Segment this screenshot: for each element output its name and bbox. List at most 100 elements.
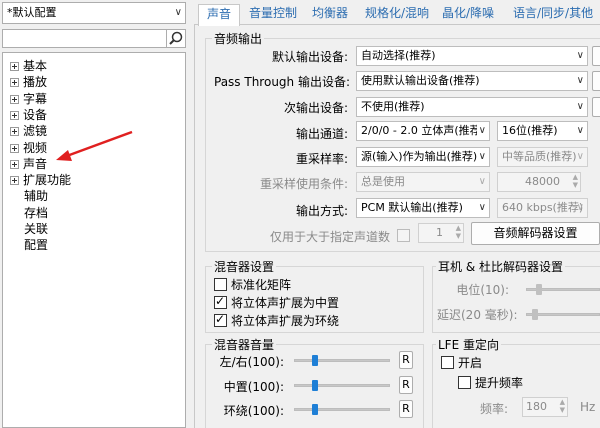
spinner-arrows-icon[interactable]: ▲ ▼	[456, 224, 461, 240]
bitrate-select[interactable]: 640 kbps(推荐) ∨	[497, 198, 588, 218]
tree-item[interactable]: 扩展功能	[10, 171, 71, 188]
delay-label: 延迟(20 毫秒):	[437, 308, 518, 322]
position-label: 电位(10):	[456, 283, 509, 297]
output-mode-label: 输出方式:	[295, 204, 348, 218]
chevron-down-icon: ∨	[174, 7, 182, 18]
tree-item[interactable]: 滤镜	[10, 122, 47, 139]
resample-rate-label: 重采样率:	[295, 152, 348, 166]
audio-decoder-settings-button[interactable]: 音频解码器设置	[471, 222, 600, 245]
tree-item[interactable]: 关联	[24, 220, 48, 237]
tab-language-sync-other[interactable]: 语言/同步/其他	[511, 4, 595, 24]
chevron-down-icon: ∨	[478, 202, 486, 213]
default-device-select[interactable]: 自动选择(推荐) ∨	[356, 46, 588, 66]
red-arrow-annotation	[56, 130, 133, 161]
bit-depth-select[interactable]: 16位(推荐) ∨	[497, 121, 588, 141]
tree-item-label: 扩展功能	[23, 173, 72, 188]
tree-item[interactable]: 辅助	[24, 187, 48, 204]
tree-item[interactable]: 声音	[10, 155, 47, 172]
secondary-device-select[interactable]: 不使用(推荐) ∨	[356, 97, 588, 117]
center-volume-label: 中置(100):	[223, 380, 284, 394]
profile-select[interactable]: *默认配置 ∨	[2, 2, 186, 24]
chevron-down-icon: ∨	[576, 125, 584, 136]
passthrough-device-more-button[interactable]	[592, 71, 600, 91]
passthrough-device-select[interactable]: 使用默认输出设备(推荐) ∨	[356, 71, 588, 91]
audio-output-title: 音频输出	[212, 30, 265, 47]
boost-frequency-checkbox[interactable]	[458, 376, 471, 389]
frequency-spinner[interactable]: 180 ▲ ▼	[522, 397, 568, 417]
left-right-volume-thumb[interactable]	[312, 355, 318, 366]
resample-condition-label: 重采样使用条件:	[259, 177, 348, 191]
left-right-reset-button[interactable]: R	[399, 351, 413, 369]
output-channels-select[interactable]: 2/0/0 - 2.0 立体声(推荐) ∨	[356, 121, 490, 141]
expand-plus-icon[interactable]	[10, 78, 19, 88]
normalize-matrix-checkbox[interactable]	[214, 278, 227, 291]
spinner-arrows-icon[interactable]: ▲ ▼	[560, 398, 565, 414]
tree-item[interactable]: 设备	[10, 106, 47, 123]
chevron-down-icon: ∨	[576, 50, 584, 61]
expand-plus-icon[interactable]	[10, 62, 19, 71]
surround-volume-thumb[interactable]	[312, 404, 318, 415]
tree-item[interactable]: 存档	[24, 204, 48, 221]
stereo-to-center-checkbox[interactable]	[214, 294, 227, 309]
tab-volume-control[interactable]: 音量控制	[247, 4, 299, 24]
tab-equalizer[interactable]: 均衡器	[310, 4, 350, 24]
resample-condition-select[interactable]: 总是使用 ∨	[356, 172, 490, 192]
chevron-down-icon: ∨	[576, 101, 584, 112]
delay-slider-thumb[interactable]	[532, 309, 538, 320]
left-right-volume-slider[interactable]	[294, 359, 390, 362]
tree-item-label: 字幕	[23, 91, 48, 106]
tree-item-label: 视频	[23, 140, 48, 155]
center-volume-thumb[interactable]	[312, 380, 318, 391]
tree-item[interactable]: 字幕	[10, 90, 47, 107]
output-channels-label: 输出通道:	[295, 127, 348, 141]
expand-plus-icon[interactable]	[10, 176, 19, 186]
center-reset-button[interactable]: R	[399, 376, 413, 394]
tree-item[interactable]: 基本	[10, 57, 47, 74]
search-icon[interactable]	[166, 29, 186, 48]
lfe-redirect-title: LFE 重定向	[436, 336, 501, 353]
position-slider-thumb[interactable]	[536, 284, 542, 295]
expand-plus-icon[interactable]	[10, 94, 19, 104]
tab-normalize-reverb[interactable]: 规格化/混响	[363, 4, 431, 24]
expand-plus-icon[interactable]	[10, 127, 19, 137]
left-right-volume-label: 左/右(100):	[219, 355, 284, 369]
lfe-enable-label: 开启	[458, 356, 483, 370]
resample-rate-select[interactable]: 源(输入)作为输出(推荐) ∨	[356, 147, 490, 167]
tree-item[interactable]: 配置	[24, 236, 48, 253]
resample-condition-spinner[interactable]: 48000 ▲ ▼	[497, 172, 581, 192]
tree-item-label: 声音	[23, 156, 48, 171]
expand-plus-icon[interactable]	[10, 143, 19, 153]
tab-crystal-denoise[interactable]: 晶化/降噪	[440, 4, 496, 24]
center-volume-slider[interactable]	[294, 384, 390, 387]
spinner-arrows-icon[interactable]: ▲ ▼	[573, 173, 578, 189]
frequency-unit: Hz	[580, 400, 596, 414]
boost-frequency-label: 提升频率	[475, 376, 524, 390]
default-device-more-button[interactable]	[592, 46, 600, 66]
profile-select-value: *默认配置	[7, 6, 57, 19]
tree-item-label: 关联	[24, 222, 49, 236]
secondary-device-more-button[interactable]	[592, 97, 600, 117]
surround-volume-label: 环绕(100):	[223, 404, 284, 418]
stereo-to-surround-label: 将立体声扩展为环绕	[231, 314, 340, 328]
search-input[interactable]	[2, 29, 186, 48]
chevron-down-icon: ∨	[478, 176, 486, 187]
tab-sound[interactable]: 声音	[198, 4, 240, 26]
stereo-to-surround-checkbox[interactable]	[214, 312, 227, 327]
output-mode-select[interactable]: PCM 默认输出(推荐) ∨	[356, 198, 490, 218]
frequency-label: 频率:	[480, 402, 509, 416]
tree-item[interactable]: 视频	[10, 139, 47, 156]
chevron-down-icon: ∨	[476, 148, 486, 166]
only-above-channels-checkbox[interactable]	[397, 229, 410, 242]
lfe-enable-checkbox[interactable]	[441, 356, 454, 369]
expand-plus-icon[interactable]	[10, 159, 19, 169]
resample-quality-select[interactable]: 中等品质(推荐) ∨	[497, 147, 588, 167]
surround-volume-slider[interactable]	[294, 408, 390, 411]
channel-count-spinner[interactable]: 1 ▲ ▼	[418, 223, 464, 243]
tree-item-label: 设备	[23, 107, 48, 122]
tree-item-label: 配置	[24, 238, 49, 253]
expand-plus-icon[interactable]	[10, 110, 19, 120]
passthrough-device-label: Pass Through 输出设备:	[214, 75, 351, 89]
surround-reset-button[interactable]: R	[399, 400, 413, 418]
tree-item[interactable]: 播放	[10, 73, 47, 90]
only-above-channels-label: 仅用于大于指定声道数	[270, 230, 391, 244]
